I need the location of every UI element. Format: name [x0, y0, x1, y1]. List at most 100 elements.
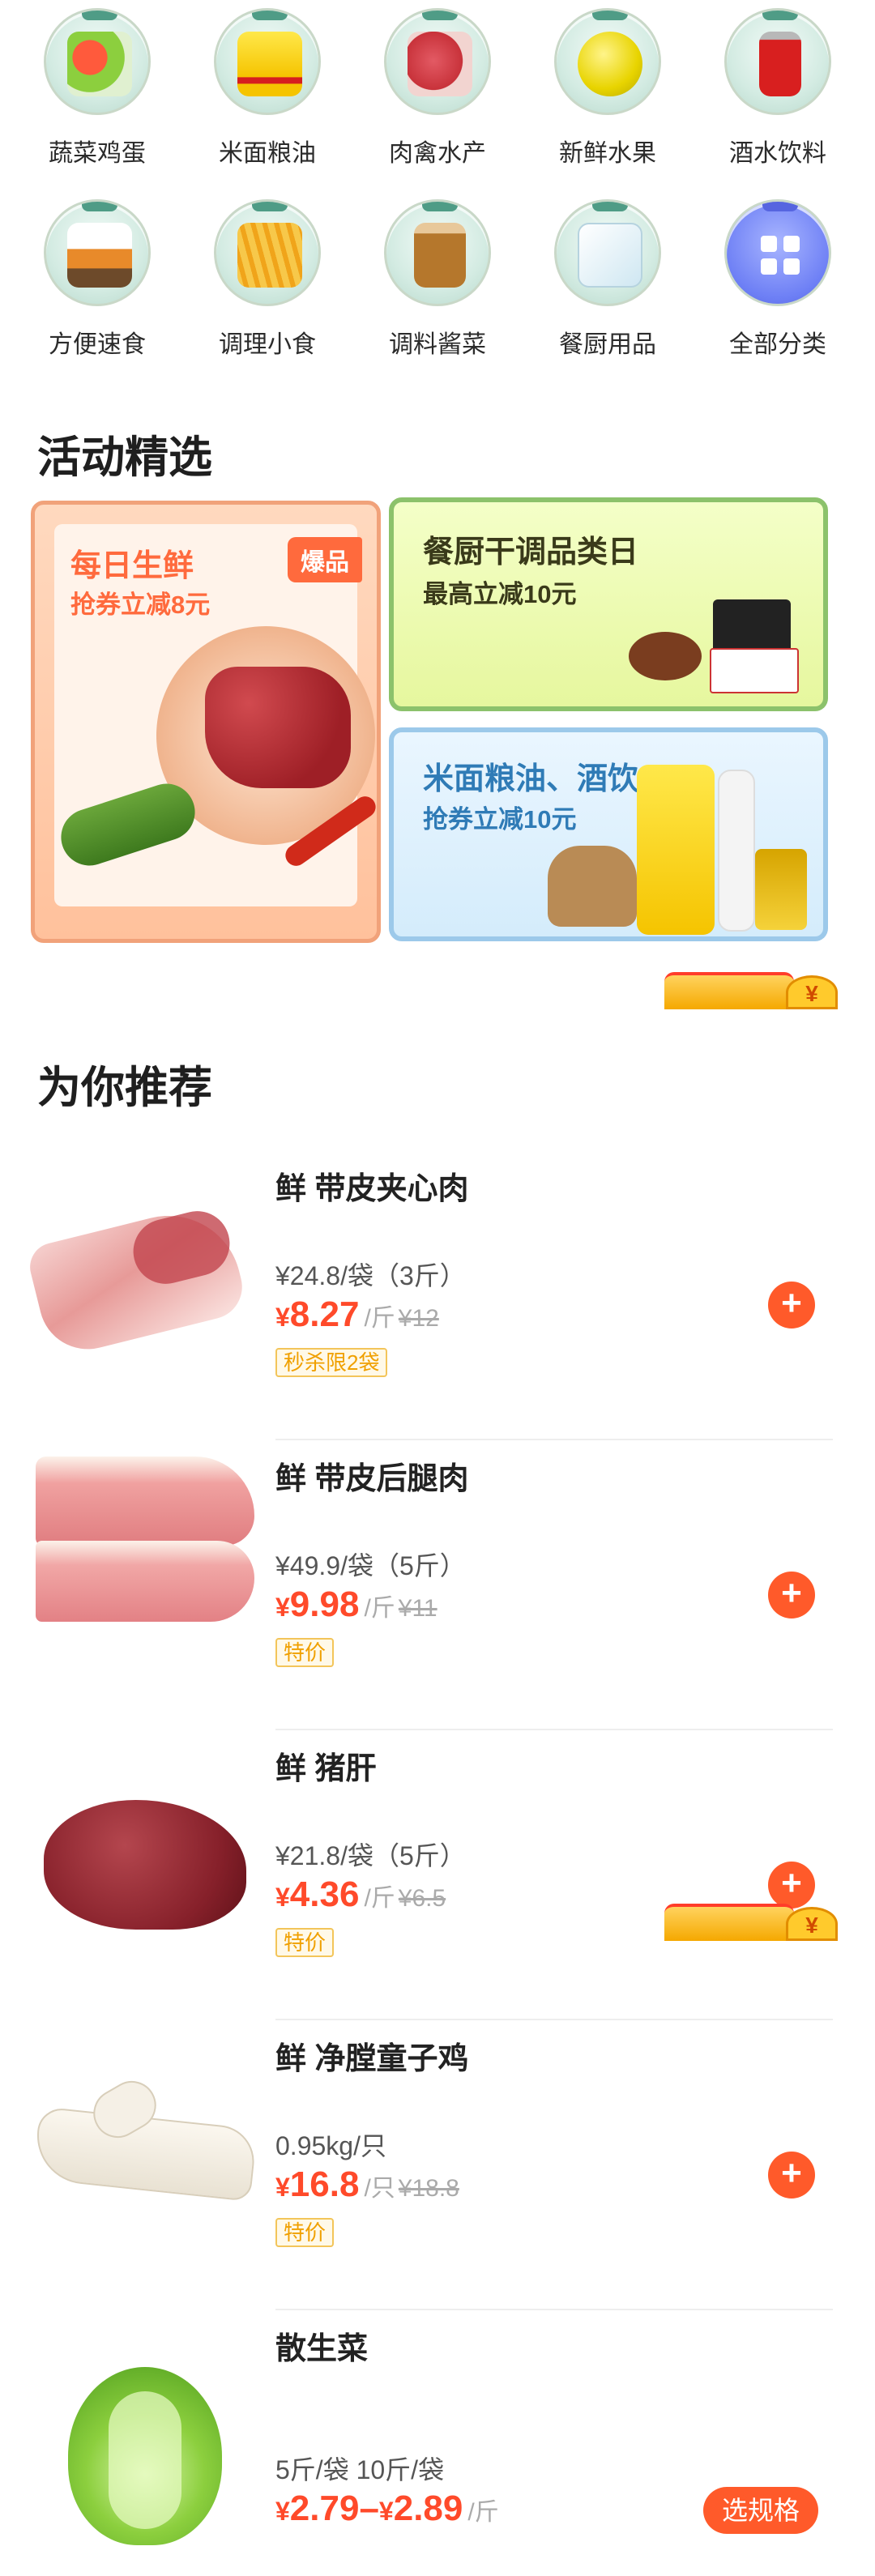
product-image	[36, 1456, 254, 1627]
price-row: ¥2.79–¥2.89/斤	[275, 2489, 499, 2529]
box-image	[710, 648, 799, 693]
banner-title: 米面粮油、酒饮	[423, 762, 639, 796]
category-vegetables-eggs[interactable]: 蔬菜鸡蛋	[12, 8, 182, 168]
drinks-icon	[724, 8, 831, 115]
price-row: ¥8.27/斤 ¥12	[275, 1294, 439, 1335]
meat-poultry-seafood-icon	[384, 8, 491, 115]
add-to-cart-button[interactable]: +	[768, 2152, 815, 2199]
product-card[interactable]: 鲜 净膛童子鸡 0.95kg/只 ¥16.8/只 ¥18.8 特价 +	[0, 2020, 875, 2310]
category-all[interactable]: 全部分类	[693, 199, 863, 360]
product-spec: 0.95kg/只	[275, 2131, 386, 2160]
add-to-cart-button[interactable]: +	[768, 1282, 815, 1329]
vegetables-eggs-icon	[44, 8, 151, 115]
rice-oil-drinks-banner[interactable]: 米面粮油、酒饮 抢券立减10元	[389, 727, 828, 941]
product-spec: ¥21.8/袋（5斤）	[275, 1841, 466, 1870]
price-row: ¥9.98/斤 ¥11	[275, 1584, 438, 1625]
banner-subtitle: 抢券立减8元	[70, 591, 211, 619]
banner-subtitle: 最高立减10元	[423, 580, 577, 608]
activity-section-title: 活动精选	[37, 433, 212, 482]
category-label: 肉禽水产	[389, 140, 486, 167]
category-label: 调料酱菜	[389, 331, 486, 358]
dish-image	[629, 632, 702, 680]
product-card[interactable]: 鲜 带皮夹心肉 ¥24.8/袋（3斤） ¥8.27/斤 ¥12 秒杀限2袋 +	[0, 1150, 875, 1440]
product-name: 鲜 净膛童子鸡	[275, 2042, 469, 2076]
add-to-cart-button[interactable]: +	[768, 1572, 815, 1619]
category-instant-food[interactable]: 方便速食	[12, 199, 182, 360]
price: ¥4.36	[275, 1874, 360, 1914]
product-name: 鲜 带皮后腿肉	[275, 1462, 469, 1496]
oil-bottle-image	[637, 765, 715, 935]
product-name: 鲜 带皮夹心肉	[275, 1172, 469, 1206]
promo-tag: 特价	[275, 1928, 335, 1957]
price-unit: /只	[364, 2175, 395, 2202]
snack-fries-icon	[214, 199, 321, 306]
category-seasoning[interactable]: 调料酱菜	[352, 199, 523, 360]
drink-can-image	[755, 849, 807, 930]
category-label: 蔬菜鸡蛋	[49, 140, 146, 167]
product-name: 散生菜	[275, 2332, 369, 2366]
category-rice-oil[interactable]: 米面粮油	[182, 8, 352, 168]
category-kitchen[interactable]: 餐厨用品	[523, 199, 693, 360]
recommend-section-title: 为你推荐	[37, 1064, 212, 1112]
category-label: 全部分类	[729, 331, 826, 358]
price-unit: /斤	[364, 1305, 395, 1332]
banner-subtitle: 抢券立减10元	[423, 805, 577, 834]
kitchen-seasoning-banner[interactable]: 餐厨干调品类日 最高立减10元	[389, 497, 828, 711]
add-to-cart-button[interactable]: +	[768, 1862, 815, 1909]
category-grid: 蔬菜鸡蛋 米面粮油 肉禽水产 新鲜水果 酒水饮料 方便速食 调理小食 调料酱菜 …	[0, 8, 875, 360]
rice-sack-image	[548, 846, 637, 927]
price-unit: /斤	[364, 1885, 395, 1912]
product-card[interactable]: 散生菜 5斤/袋 10斤/袋 ¥2.79–¥2.89/斤 选规格	[0, 2310, 875, 2576]
category-label: 酒水饮料	[729, 140, 826, 167]
product-spec: ¥49.9/袋（5斤）	[275, 1551, 466, 1580]
price: ¥9.98	[275, 1584, 360, 1624]
banner-title: 每日生鲜	[70, 549, 194, 583]
price: ¥8.27	[275, 1294, 360, 1334]
category-label: 米面粮油	[219, 140, 316, 167]
price-unit: /斤	[364, 1595, 395, 1622]
liquor-bottle-image	[718, 770, 755, 932]
category-snacks[interactable]: 调理小食	[182, 199, 352, 360]
select-spec-button[interactable]: 选规格	[703, 2487, 818, 2534]
price: ¥2.79–¥2.89	[275, 2489, 463, 2528]
fresh-fruit-icon	[554, 8, 661, 115]
category-fresh-fruit[interactable]: 新鲜水果	[523, 8, 693, 168]
promo-tag: 秒杀限2袋	[275, 1348, 388, 1377]
product-image	[36, 1779, 254, 1941]
product-spec: 5斤/袋 10斤/袋	[275, 2455, 445, 2484]
product-card[interactable]: 鲜 带皮后腿肉 ¥49.9/袋（5斤） ¥9.98/斤 ¥11 特价 +	[0, 1440, 875, 1730]
product-card[interactable]: 鲜 猪肝 ¥21.8/袋（5斤） ¥4.36/斤 ¥6.5 特价 +	[0, 1730, 875, 2020]
all-categories-icon	[724, 199, 831, 306]
promo-tag: 特价	[275, 1638, 335, 1667]
product-spec: ¥24.8/袋（3斤）	[275, 1261, 466, 1290]
product-image	[32, 2069, 258, 2231]
price-unit: /斤	[467, 2499, 499, 2526]
daily-fresh-banner[interactable]: 每日生鲜 抢券立减8元 爆品	[31, 501, 381, 943]
product-image	[36, 2367, 254, 2553]
seasoning-jar-icon	[384, 199, 491, 306]
price-row: ¥4.36/斤 ¥6.5	[275, 1874, 446, 1915]
original-price: ¥6.5	[398, 1885, 446, 1912]
floating-coupon-icon[interactable]: ¥	[664, 972, 843, 1009]
category-label: 餐厨用品	[559, 331, 656, 358]
meat-image	[205, 667, 351, 788]
page: 蔬菜鸡蛋 米面粮油 肉禽水产 新鲜水果 酒水饮料 方便速食 调理小食 调料酱菜 …	[0, 0, 875, 2576]
promo-tag: 特价	[275, 2218, 335, 2247]
category-meat-seafood[interactable]: 肉禽水产	[352, 8, 523, 168]
hot-badge: 爆品	[288, 537, 362, 582]
product-name: 鲜 猪肝	[275, 1752, 377, 1786]
original-price: ¥11	[398, 1595, 438, 1622]
price: ¥16.8	[275, 2164, 360, 2204]
original-price: ¥12	[398, 1305, 439, 1332]
category-label: 新鲜水果	[559, 140, 656, 167]
floating-coupon-icon[interactable]: ¥	[664, 1904, 843, 1941]
rice-oil-icon	[214, 8, 321, 115]
category-label: 方便速食	[49, 331, 146, 358]
original-price: ¥18.8	[398, 2175, 459, 2202]
instant-food-icon	[44, 199, 151, 306]
kitchen-supplies-icon	[554, 199, 661, 306]
category-label: 调理小食	[219, 331, 316, 358]
category-drinks[interactable]: 酒水饮料	[693, 8, 863, 168]
product-image	[24, 1199, 254, 1361]
banner-title: 餐厨干调品类日	[423, 535, 639, 569]
